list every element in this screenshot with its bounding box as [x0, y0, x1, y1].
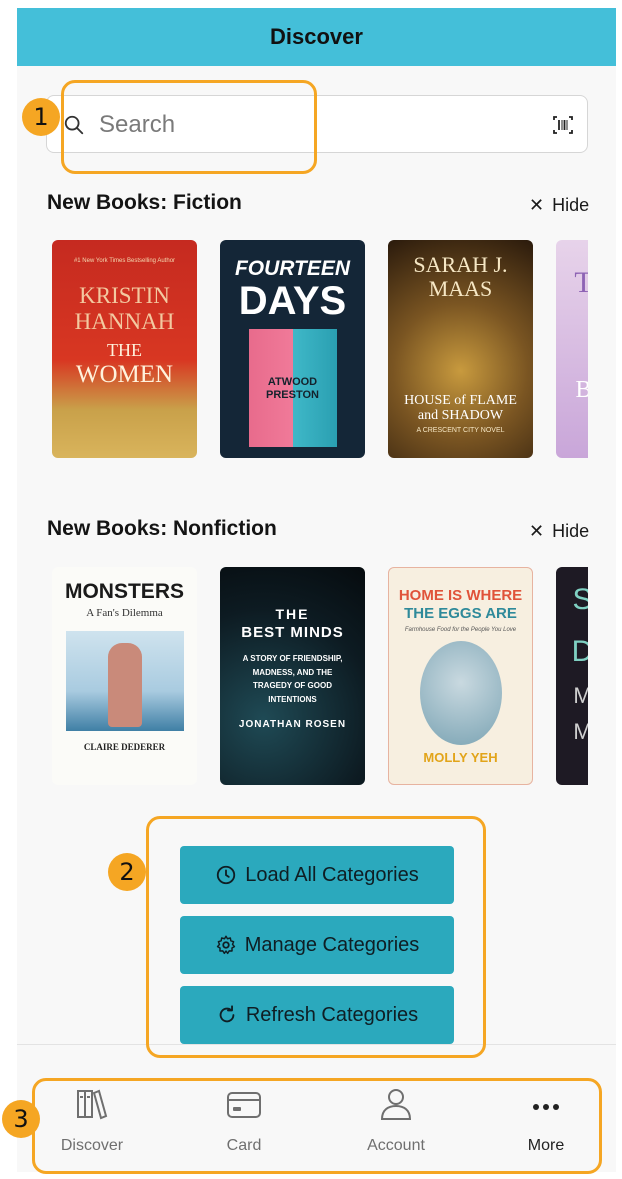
annotation-badge: 2 [108, 853, 146, 891]
refresh-icon [219, 1005, 235, 1023]
load-all-categories-button[interactable]: Load All Categories [180, 846, 454, 904]
annotation-badge: 1 [22, 98, 60, 136]
manage-categories-button[interactable]: Manage Categories [180, 916, 454, 974]
hide-nonfiction-button[interactable]: ✕ Hide [529, 521, 589, 542]
tab-label: Card [226, 1137, 262, 1154]
books-icon [77, 1089, 108, 1120]
tab-more[interactable]: More [471, 1045, 616, 1172]
book-cover[interactable]: #1 New York Times Bestselling Author KRI… [52, 240, 197, 458]
load-all-label: Load All Categories [245, 863, 419, 886]
tab-label: Account [367, 1137, 425, 1154]
fiction-shelf: #1 New York Times Bestselling Author KRI… [52, 240, 588, 458]
annotation-badge: 3 [2, 1100, 40, 1138]
card-icon [227, 1092, 261, 1118]
tab-label: Discover [60, 1137, 124, 1154]
section-title-nonfiction: New Books: Nonfiction [47, 517, 277, 540]
book-cover[interactable]: MONSTERS A Fan's Dilemma CLAIRE DEDERER [52, 567, 197, 785]
more-icon [533, 1104, 559, 1110]
close-icon: ✕ [529, 195, 545, 215]
book-cover[interactable]: HOME IS WHERE THE EGGS ARE Farmhouse Foo… [388, 567, 533, 785]
hide-label: Hide [552, 195, 590, 215]
section-title-fiction: New Books: Fiction [47, 191, 242, 214]
tab-card[interactable]: Card [169, 1045, 319, 1172]
barcode-scan-icon[interactable] [551, 113, 575, 137]
app-screen: Discover New Books: Fiction ✕ Hide #1 Ne… [17, 8, 616, 1172]
close-icon: ✕ [529, 521, 545, 541]
search-icon [64, 115, 84, 135]
gear-icon [216, 935, 235, 955]
bottom-tab-bar: Discover Card Account More [17, 1044, 616, 1172]
book-cover[interactable]: S D M M [556, 567, 588, 785]
person-icon [380, 1089, 412, 1120]
tab-label: More [527, 1137, 565, 1154]
refresh-label: Refresh Categories [245, 1003, 419, 1026]
book-cover[interactable]: THE BEST MINDS A STORY OF FRIENDSHIP, MA… [220, 567, 365, 785]
top-bar: Discover [17, 8, 616, 66]
nonfiction-shelf: MONSTERS A Fan's Dilemma CLAIRE DEDERER … [52, 567, 588, 785]
hide-label: Hide [552, 521, 590, 541]
clock-icon [217, 865, 236, 885]
book-cover[interactable]: SARAH J. MAAS HOUSE of FLAME and SHADOW … [388, 240, 533, 458]
page-title: Discover [270, 24, 363, 49]
tab-discover[interactable]: Discover [17, 1045, 167, 1172]
search-input[interactable] [99, 106, 519, 144]
tab-account[interactable]: Account [321, 1045, 471, 1172]
manage-label: Manage Categories [244, 933, 420, 956]
hide-fiction-button[interactable]: ✕ Hide [529, 195, 589, 216]
search-bar[interactable] [46, 95, 588, 153]
book-cover[interactable]: T B [556, 240, 588, 458]
book-cover[interactable]: FOURTEEN DAYS ATWOOD PRESTON [220, 240, 365, 458]
refresh-categories-button[interactable]: Refresh Categories [180, 986, 454, 1044]
